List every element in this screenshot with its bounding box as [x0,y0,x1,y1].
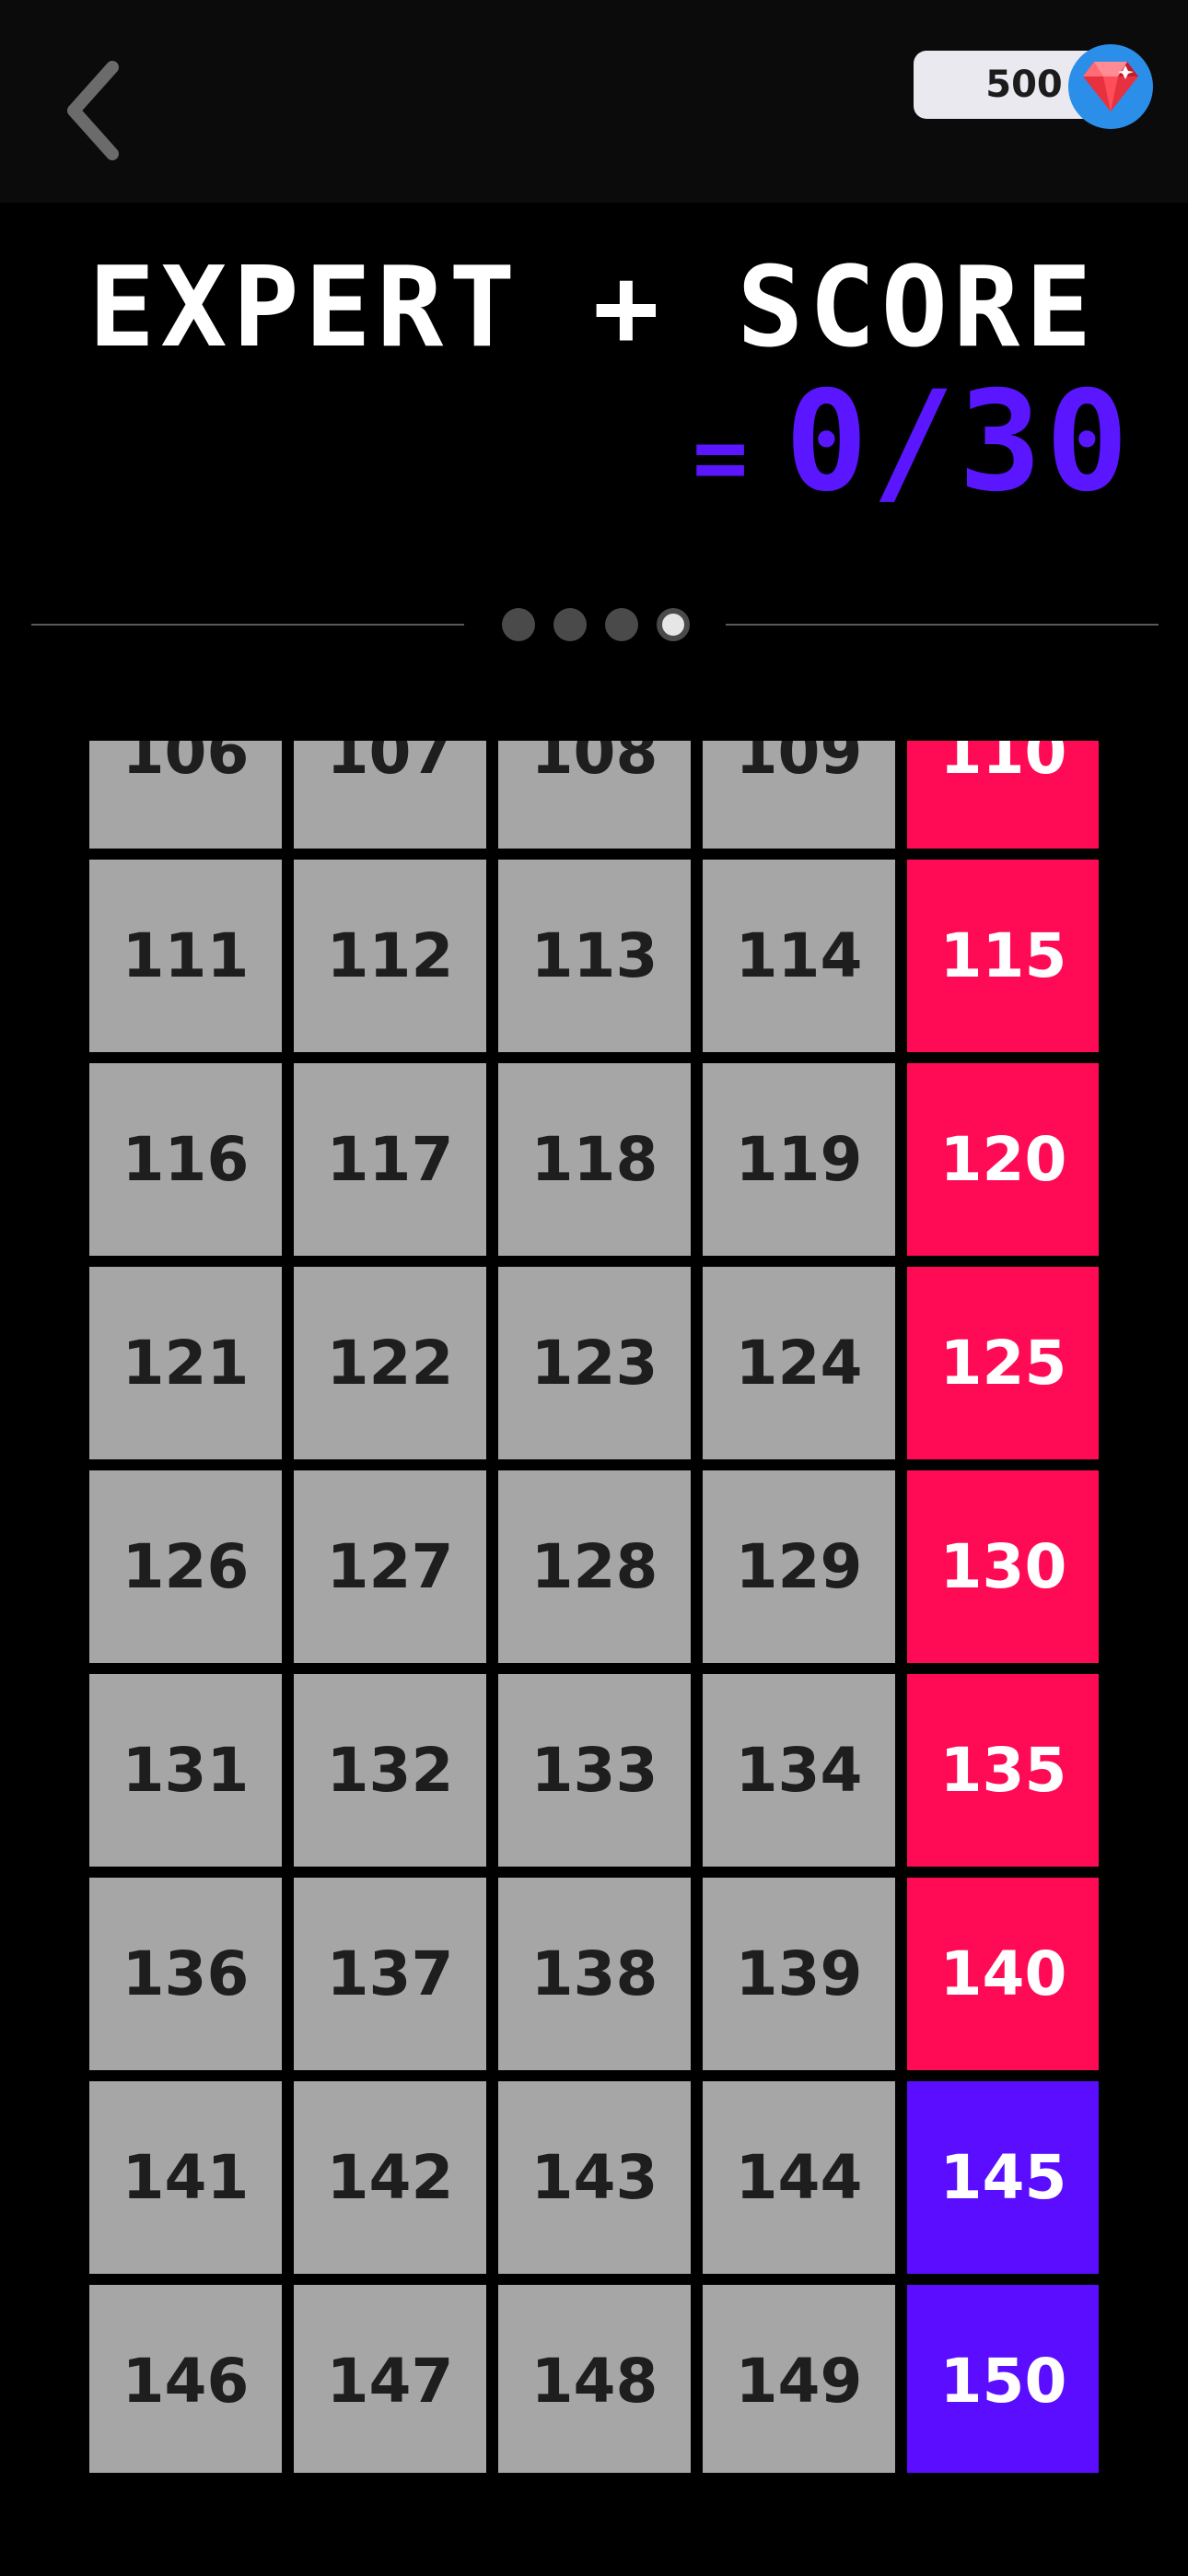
level-tile-120[interactable]: 120 [907,1063,1099,1256]
level-tile-106[interactable]: 106 [89,741,282,849]
level-tile-138[interactable]: 138 [498,1878,691,2070]
level-tile-131[interactable]: 131 [89,1674,282,1867]
level-tile-110[interactable]: 110 [907,741,1099,849]
level-tile-111[interactable]: 111 [89,860,282,1052]
page-dot-1[interactable] [502,608,535,641]
page-dot-3[interactable] [605,608,638,641]
level-tile-140[interactable]: 140 [907,1878,1099,2070]
level-tile-134[interactable]: 134 [703,1674,895,1867]
level-tile-114[interactable]: 114 [703,860,895,1052]
level-tile-143[interactable]: 143 [498,2081,691,2274]
level-tile-130[interactable]: 130 [907,1470,1099,1663]
level-tile-109[interactable]: 109 [703,741,895,849]
mode-title: EXPERT + SCORE [88,244,1098,372]
level-tile-123[interactable]: 123 [498,1267,691,1459]
level-tile-124[interactable]: 124 [703,1267,895,1459]
level-tile-117[interactable]: 117 [294,1063,486,1256]
level-tile-125[interactable]: 125 [907,1267,1099,1459]
level-tile-147[interactable]: 147 [294,2285,486,2473]
level-tile-107[interactable]: 107 [294,741,486,849]
level-tile-128[interactable]: 128 [498,1470,691,1663]
level-tile-141[interactable]: 141 [89,2081,282,2274]
page-dot-2[interactable] [553,608,587,641]
level-tile-148[interactable]: 148 [498,2285,691,2473]
level-tile-137[interactable]: 137 [294,1878,486,2070]
top-bar: 500 [0,0,1188,203]
level-tile-118[interactable]: 118 [498,1063,691,1256]
level-tile-150[interactable]: 150 [907,2285,1099,2473]
level-grid: 106 107 108 109 110 111 112 113 114 115 116 117 118 1… [89,741,1099,2473]
level-tile-126[interactable]: 126 [89,1470,282,1663]
score-value: 0/30 [785,362,1133,522]
level-tile-133[interactable]: 133 [498,1674,691,1867]
level-tile-145[interactable]: 145 [907,2081,1099,2274]
level-tile-135[interactable]: 135 [907,1674,1099,1867]
level-tile-127[interactable]: 127 [294,1470,486,1663]
level-tile-139[interactable]: 139 [703,1878,895,2070]
level-tile-129[interactable]: 129 [703,1470,895,1663]
level-tile-142[interactable]: 142 [294,2081,486,2274]
level-tile-136[interactable]: 136 [89,1878,282,2070]
level-tile-132[interactable]: 132 [294,1674,486,1867]
level-tile-115[interactable]: 115 [907,860,1099,1052]
level-tile-112[interactable]: 112 [294,860,486,1052]
level-tile-113[interactable]: 113 [498,860,691,1052]
ruby-gem-icon [1068,44,1153,129]
level-tile-149[interactable]: 149 [703,2285,895,2473]
level-tile-122[interactable]: 122 [294,1267,486,1459]
level-tile-108[interactable]: 108 [498,741,691,849]
level-tile-119[interactable]: 119 [703,1063,895,1256]
score-equals: = [693,404,749,511]
level-tile-146[interactable]: 146 [89,2285,282,2473]
score-display: = 0/30 [693,369,1132,558]
pager-divider-right [726,624,1159,626]
pager-divider-left [31,624,464,626]
gem-count: 500 [985,64,1063,106]
level-tile-121[interactable]: 121 [89,1267,282,1459]
chevron-left-icon [67,61,119,160]
level-tile-144[interactable]: 144 [703,2081,895,2274]
back-button[interactable] [55,51,138,170]
level-tile-116[interactable]: 116 [89,1063,282,1256]
page-dot-4[interactable] [657,608,690,641]
page-indicator [502,608,690,641]
level-grid-scroll[interactable]: 106 107 108 109 110 111 112 113 114 115 116 117 118 1… [89,741,1099,2473]
